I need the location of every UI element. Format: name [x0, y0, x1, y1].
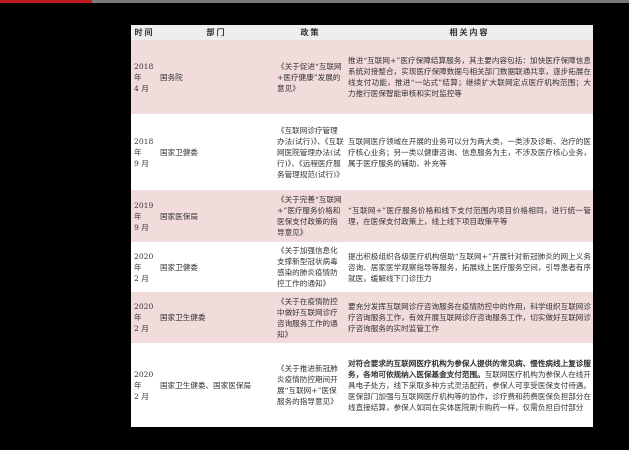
row-content-text: 推进“互联网+”医疗保障结算服务，其主要内容包括：加快医疗保障信息系统对接整合，… — [348, 56, 591, 98]
row-time: 2019 年 9 月 — [131, 190, 158, 242]
row-content: 互联网医疗领域在开展的业务可以分为两大类，一类涉及诊断、治疗的医疗核心业务；另一… — [346, 114, 593, 190]
table-row: 2020 年 2 月 国家卫生健委 《关于在疫情防控中做好互联网诊疗咨询服务工作… — [131, 292, 593, 343]
header-content: 相关内容 — [346, 25, 593, 40]
row-content-text: “互联网+”医疗服务价格和线下支付范围内项目价格相同，进行统一管理，在医保支付政… — [348, 206, 591, 226]
row-dept: 国务院 — [158, 40, 275, 114]
row-content: “互联网+”医疗服务价格和线下支付范围内项目价格相同，进行统一管理，在医保支付政… — [346, 190, 593, 242]
row-content: 要充分发挥互联网诊疗咨询服务在疫情防控中的作用，科学组织互联网诊疗咨询服务工作，… — [346, 292, 593, 343]
row-time: 2020 年 2 月 — [131, 292, 158, 343]
top-gray-bar — [0, 0, 629, 3]
row-content-text: 互联网医疗领域在开展的业务可以分为两大类，一类涉及诊断、治疗的医疗核心业务；另一… — [348, 136, 591, 168]
row-time: 2020 年 2 月 — [134, 251, 154, 283]
row-policy: 《关于完善“互联网+”医疗服务价格和医保支付政策的指导意见》 — [275, 190, 346, 242]
row-policy: 《关于在疫情防控中做好互联网诊疗咨询服务工作的通知》 — [275, 292, 346, 343]
table-row: 2018 年 9 月 国家卫健委 《互联网诊疗管理办法(试行)》、《互联网医院管… — [131, 114, 593, 190]
row-dept: 国家医保局 — [158, 190, 275, 242]
header-policy: 政策 — [275, 25, 346, 40]
policy-table: 时间 部门 政策 相关内容 2018 年 4 月 国务院 《关于促进“互联网+医… — [131, 25, 593, 427]
row-time: 2020 年 2 月 — [134, 369, 154, 401]
row-dept: 国家卫生健委、国家医保局 — [160, 380, 252, 390]
row-policy: 《关于加强信息化支撑新型冠状病毒感染的肺炎疫情防控工作的通知》 — [277, 246, 338, 288]
row-dept: 国家卫生健委 — [158, 292, 275, 343]
table-row: 2020 年 2 月 国家卫健委 《关于加强信息化支撑新型冠状病毒感染的肺炎疫情… — [131, 242, 593, 292]
policy-table-sheet: 时间 部门 政策 相关内容 2018 年 4 月 国务院 《关于促进“互联网+医… — [131, 25, 593, 427]
row-policy: 《关于促进“互联网+医疗健康”发展的意见》 — [275, 40, 346, 114]
row-content: 对符合要求的互联网医疗机构为参保人提供的常见病、慢性病线上复诊服务，各地可依规纳… — [346, 343, 593, 427]
table-row: 2020 年 2 月 国家卫生健委、国家医保局 《关于推进新冠肺炎疫情防控期间开… — [131, 343, 593, 427]
row-policy: 《关于推进新冠肺炎疫情防控期间开展“互联网+”医保服务的指导意见》 — [277, 364, 338, 406]
table-row: 2018 年 4 月 国务院 《关于促进“互联网+医疗健康”发展的意见》 推进“… — [131, 40, 593, 114]
header-dept: 部门 — [158, 25, 275, 40]
row-dept: 国家卫健委 — [160, 147, 198, 157]
table-row: 2019 年 9 月 国家医保局 《关于完善“互联网+”医疗服务价格和医保支付政… — [131, 190, 593, 242]
row-content-text: 要充分发挥互联网诊疗咨询服务在疫情防控中的作用，科学组织互联网诊疗咨询服务工作，… — [348, 302, 591, 333]
top-red-bar — [0, 0, 92, 3]
row-content: 推进“互联网+”医疗保障结算服务，其主要内容包括：加快医疗保障信息系统对接整合，… — [346, 40, 593, 114]
row-policy: 《互联网诊疗管理办法(试行)》、《互联网医院管理办法(试行)》、《远程医疗服务管… — [277, 125, 344, 179]
row-content-text: 提出积极组织各级医疗机构借助“互联网+”开展针对新冠肺炎的网上义务咨询、居家医学… — [348, 251, 591, 283]
row-dept: 国家卫健委 — [160, 262, 198, 272]
row-time: 2018 年 4 月 — [131, 40, 158, 114]
table-header-row: 时间 部门 政策 相关内容 — [131, 25, 593, 40]
header-time: 时间 — [131, 25, 158, 40]
row-content: 提出积极组织各级医疗机构借助“互联网+”开展针对新冠肺炎的网上义务咨询、居家医学… — [346, 242, 593, 292]
row-time: 2018 年 9 月 — [134, 136, 154, 168]
